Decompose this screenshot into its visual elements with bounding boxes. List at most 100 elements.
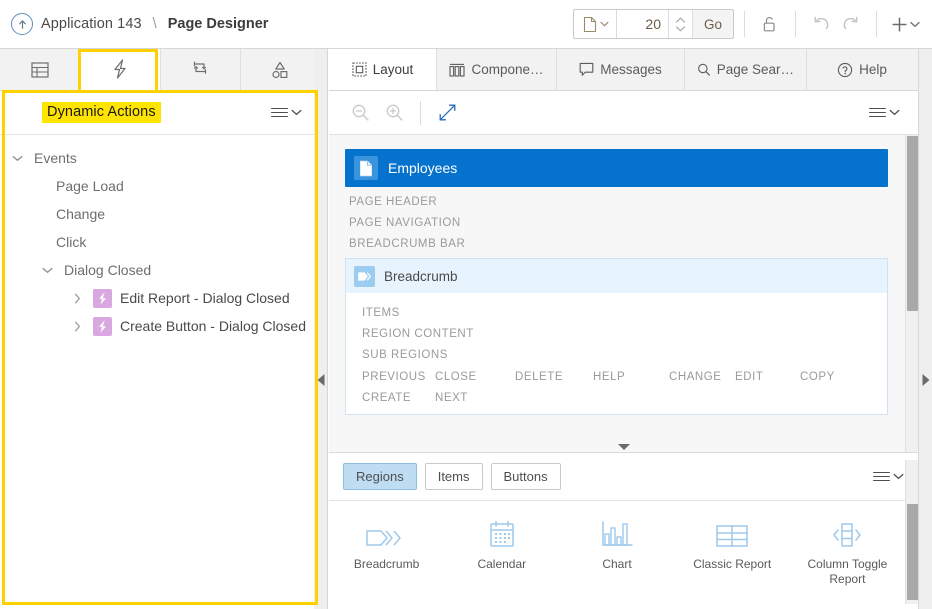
chevron-down-icon[interactable] — [40, 267, 54, 274]
tab-help[interactable]: Help — [807, 49, 917, 90]
tab-page-shared-components[interactable] — [241, 49, 320, 90]
caret-right-icon[interactable] — [922, 374, 929, 386]
page-navigation-group: 20 Go — [573, 9, 734, 39]
expand-diagonal-icon[interactable] — [430, 98, 464, 128]
undo-icon[interactable] — [806, 9, 836, 39]
toolbar-divider — [876, 11, 877, 37]
breadcrumb-icon — [354, 266, 375, 287]
placeholder-page-header[interactable]: PAGE HEADER — [345, 187, 888, 208]
plus-icon — [891, 16, 908, 33]
region-breadcrumb-title: Breadcrumb — [384, 269, 458, 284]
chevron-up-icon — [675, 17, 686, 23]
layout-toolbar-menu-button[interactable] — [869, 108, 900, 118]
region-employees[interactable]: Employees — [345, 149, 888, 187]
placeholder-breadcrumb-bar[interactable]: BREADCRUMB BAR — [345, 229, 888, 250]
zoom-out-icon[interactable] — [343, 98, 377, 128]
hamburger-menu-icon — [873, 472, 890, 482]
tab-rendering[interactable] — [0, 49, 80, 90]
table-grid-icon — [715, 515, 749, 549]
placeholder-create[interactable]: CREATE — [362, 392, 435, 404]
tree-item-create-button-dialog-closed[interactable]: Create Button - Dialog Closed — [0, 312, 318, 340]
zoom-in-icon[interactable] — [377, 98, 411, 128]
tab-layout[interactable]: Layout — [329, 49, 437, 90]
tree-item-edit-report-dialog-closed[interactable]: Edit Report - Dialog Closed — [0, 284, 318, 312]
page-designer-window: Application 143 \ Page Designer 20 — [0, 0, 932, 609]
tab-label: Compone… — [471, 62, 543, 77]
gallery-tab-regions[interactable]: Regions — [343, 463, 417, 490]
tab-components[interactable]: Compone… — [437, 49, 557, 90]
tab-messages[interactable]: Messages — [557, 49, 685, 90]
page-selector-button[interactable] — [574, 10, 617, 38]
region-breadcrumb: Breadcrumb ITEMS REGION CONTENT SUB REGI… — [345, 258, 888, 415]
tree-item-dialog-closed[interactable]: Dialog Closed — [0, 256, 318, 284]
application-header: Application 143 \ Page Designer 20 — [0, 0, 932, 49]
gallery-scrollbar[interactable] — [905, 460, 918, 609]
redo-icon[interactable] — [836, 9, 866, 39]
left-panel-menu-button[interactable] — [271, 108, 302, 118]
gallery-item-classic-report[interactable]: Classic Report — [675, 515, 790, 587]
canvas-collapse-button[interactable] — [329, 444, 918, 450]
dynamic-actions-tree: Events Page Load Change Click Dialog Clo… — [0, 136, 318, 609]
gallery-item-calendar[interactable]: Calendar — [444, 515, 559, 587]
tree-item-events[interactable]: Events — [0, 144, 318, 172]
unlock-icon[interactable] — [755, 9, 785, 39]
calendar-icon — [487, 515, 517, 549]
layout-toolbar — [329, 91, 918, 135]
placeholder-edit[interactable]: EDIT — [735, 371, 800, 383]
up-arrow-circle-icon[interactable] — [11, 13, 33, 35]
tree-item-label: Change — [56, 206, 105, 222]
gallery-item-column-toggle-report[interactable]: Column Toggle Report — [790, 515, 905, 587]
tab-dynamic-actions[interactable] — [80, 49, 160, 90]
right-splitter[interactable] — [918, 49, 932, 609]
components-icon — [449, 62, 465, 77]
gallery-menu-button[interactable] — [873, 472, 904, 482]
tree-item-click[interactable]: Click — [0, 228, 318, 256]
placeholder-next[interactable]: NEXT — [435, 392, 468, 404]
tab-processing[interactable] — [161, 49, 241, 90]
placeholder-close[interactable]: CLOSE — [435, 371, 515, 383]
caret-left-icon[interactable] — [317, 374, 324, 386]
placeholder-items[interactable]: ITEMS — [362, 299, 887, 320]
page-number-stepper[interactable] — [669, 10, 693, 38]
add-component-button[interactable] — [887, 16, 924, 33]
application-link[interactable]: Application 143 — [41, 16, 142, 32]
go-button[interactable]: Go — [693, 10, 733, 38]
gallery-tab-items[interactable]: Items — [425, 463, 483, 490]
left-panel-tabs — [0, 49, 320, 91]
annotation-highlight-edge — [156, 90, 318, 93]
chevron-right-icon[interactable] — [70, 321, 84, 332]
page-title: Page Designer — [168, 16, 269, 32]
main-panel-tabs: Layout Compone… Messages — [329, 49, 918, 91]
gallery-scrollbar-thumb[interactable] — [907, 504, 918, 600]
tree-item-change[interactable]: Change — [0, 200, 318, 228]
placeholder-delete[interactable]: DELETE — [515, 371, 593, 383]
page-number-input[interactable]: 20 — [617, 10, 669, 38]
gallery-item-chart[interactable]: Chart — [559, 515, 674, 587]
tree-item-label: Page Load — [56, 178, 124, 194]
left-panel-header: Dynamic Actions — [0, 91, 320, 135]
placeholder-region-content[interactable]: REGION CONTENT — [362, 320, 887, 341]
placeholder-page-navigation[interactable]: PAGE NAVIGATION — [345, 208, 888, 229]
region-breadcrumb-body: ITEMS REGION CONTENT SUB REGIONS PREVIOU… — [346, 293, 887, 414]
canvas-scrollbar-thumb[interactable] — [907, 136, 918, 311]
gallery-item-label: Calendar — [477, 557, 526, 572]
left-splitter[interactable] — [314, 49, 328, 609]
gallery-tabs: Regions Items Buttons — [329, 453, 918, 501]
canvas-scrollbar[interactable] — [905, 135, 918, 453]
question-circle-icon — [837, 62, 853, 78]
placeholder-copy[interactable]: COPY — [800, 371, 835, 383]
chevron-down-icon — [910, 21, 920, 28]
tab-page-search[interactable]: Page Sear… — [685, 49, 807, 90]
placeholder-sub-regions[interactable]: SUB REGIONS — [362, 341, 887, 362]
chevron-down-icon[interactable] — [10, 155, 24, 162]
tab-label: Messages — [600, 62, 662, 77]
placeholder-previous[interactable]: PREVIOUS — [362, 371, 435, 383]
region-breadcrumb-header[interactable]: Breadcrumb — [346, 259, 887, 293]
placeholder-change[interactable]: CHANGE — [669, 371, 735, 383]
left-panel-title: Dynamic Actions — [42, 102, 161, 123]
gallery-tab-buttons[interactable]: Buttons — [491, 463, 561, 490]
gallery-item-breadcrumb[interactable]: Breadcrumb — [329, 515, 444, 587]
placeholder-help[interactable]: HELP — [593, 371, 669, 383]
chevron-right-icon[interactable] — [70, 293, 84, 304]
tree-item-page-load[interactable]: Page Load — [0, 172, 318, 200]
